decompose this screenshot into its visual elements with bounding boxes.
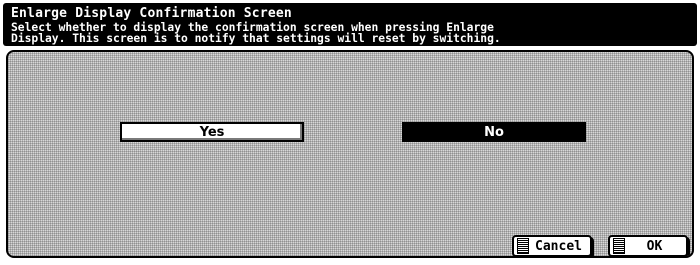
screen-description: Select whether to display the confirmati… (11, 22, 501, 44)
confirmation-screen: Enlarge Display Confirmation Screen Sele… (0, 0, 700, 265)
ok-button[interactable]: OK (608, 235, 688, 256)
cancel-button-label: Cancel (535, 238, 582, 254)
settings-panel: Yes No Cancel OK (6, 50, 694, 258)
ok-button-label: OK (646, 238, 663, 254)
screen-title: Enlarge Display Confirmation Screen (11, 6, 292, 21)
description-line-2: Display. This screen is to notify that s… (11, 32, 501, 45)
no-option-button[interactable]: No (402, 122, 586, 142)
button-grip-icon (517, 238, 529, 254)
screen-header: Enlarge Display Confirmation Screen Sele… (3, 3, 697, 46)
cancel-button[interactable]: Cancel (512, 235, 592, 256)
button-grip-icon (613, 238, 625, 254)
yes-option-button[interactable]: Yes (120, 122, 304, 142)
